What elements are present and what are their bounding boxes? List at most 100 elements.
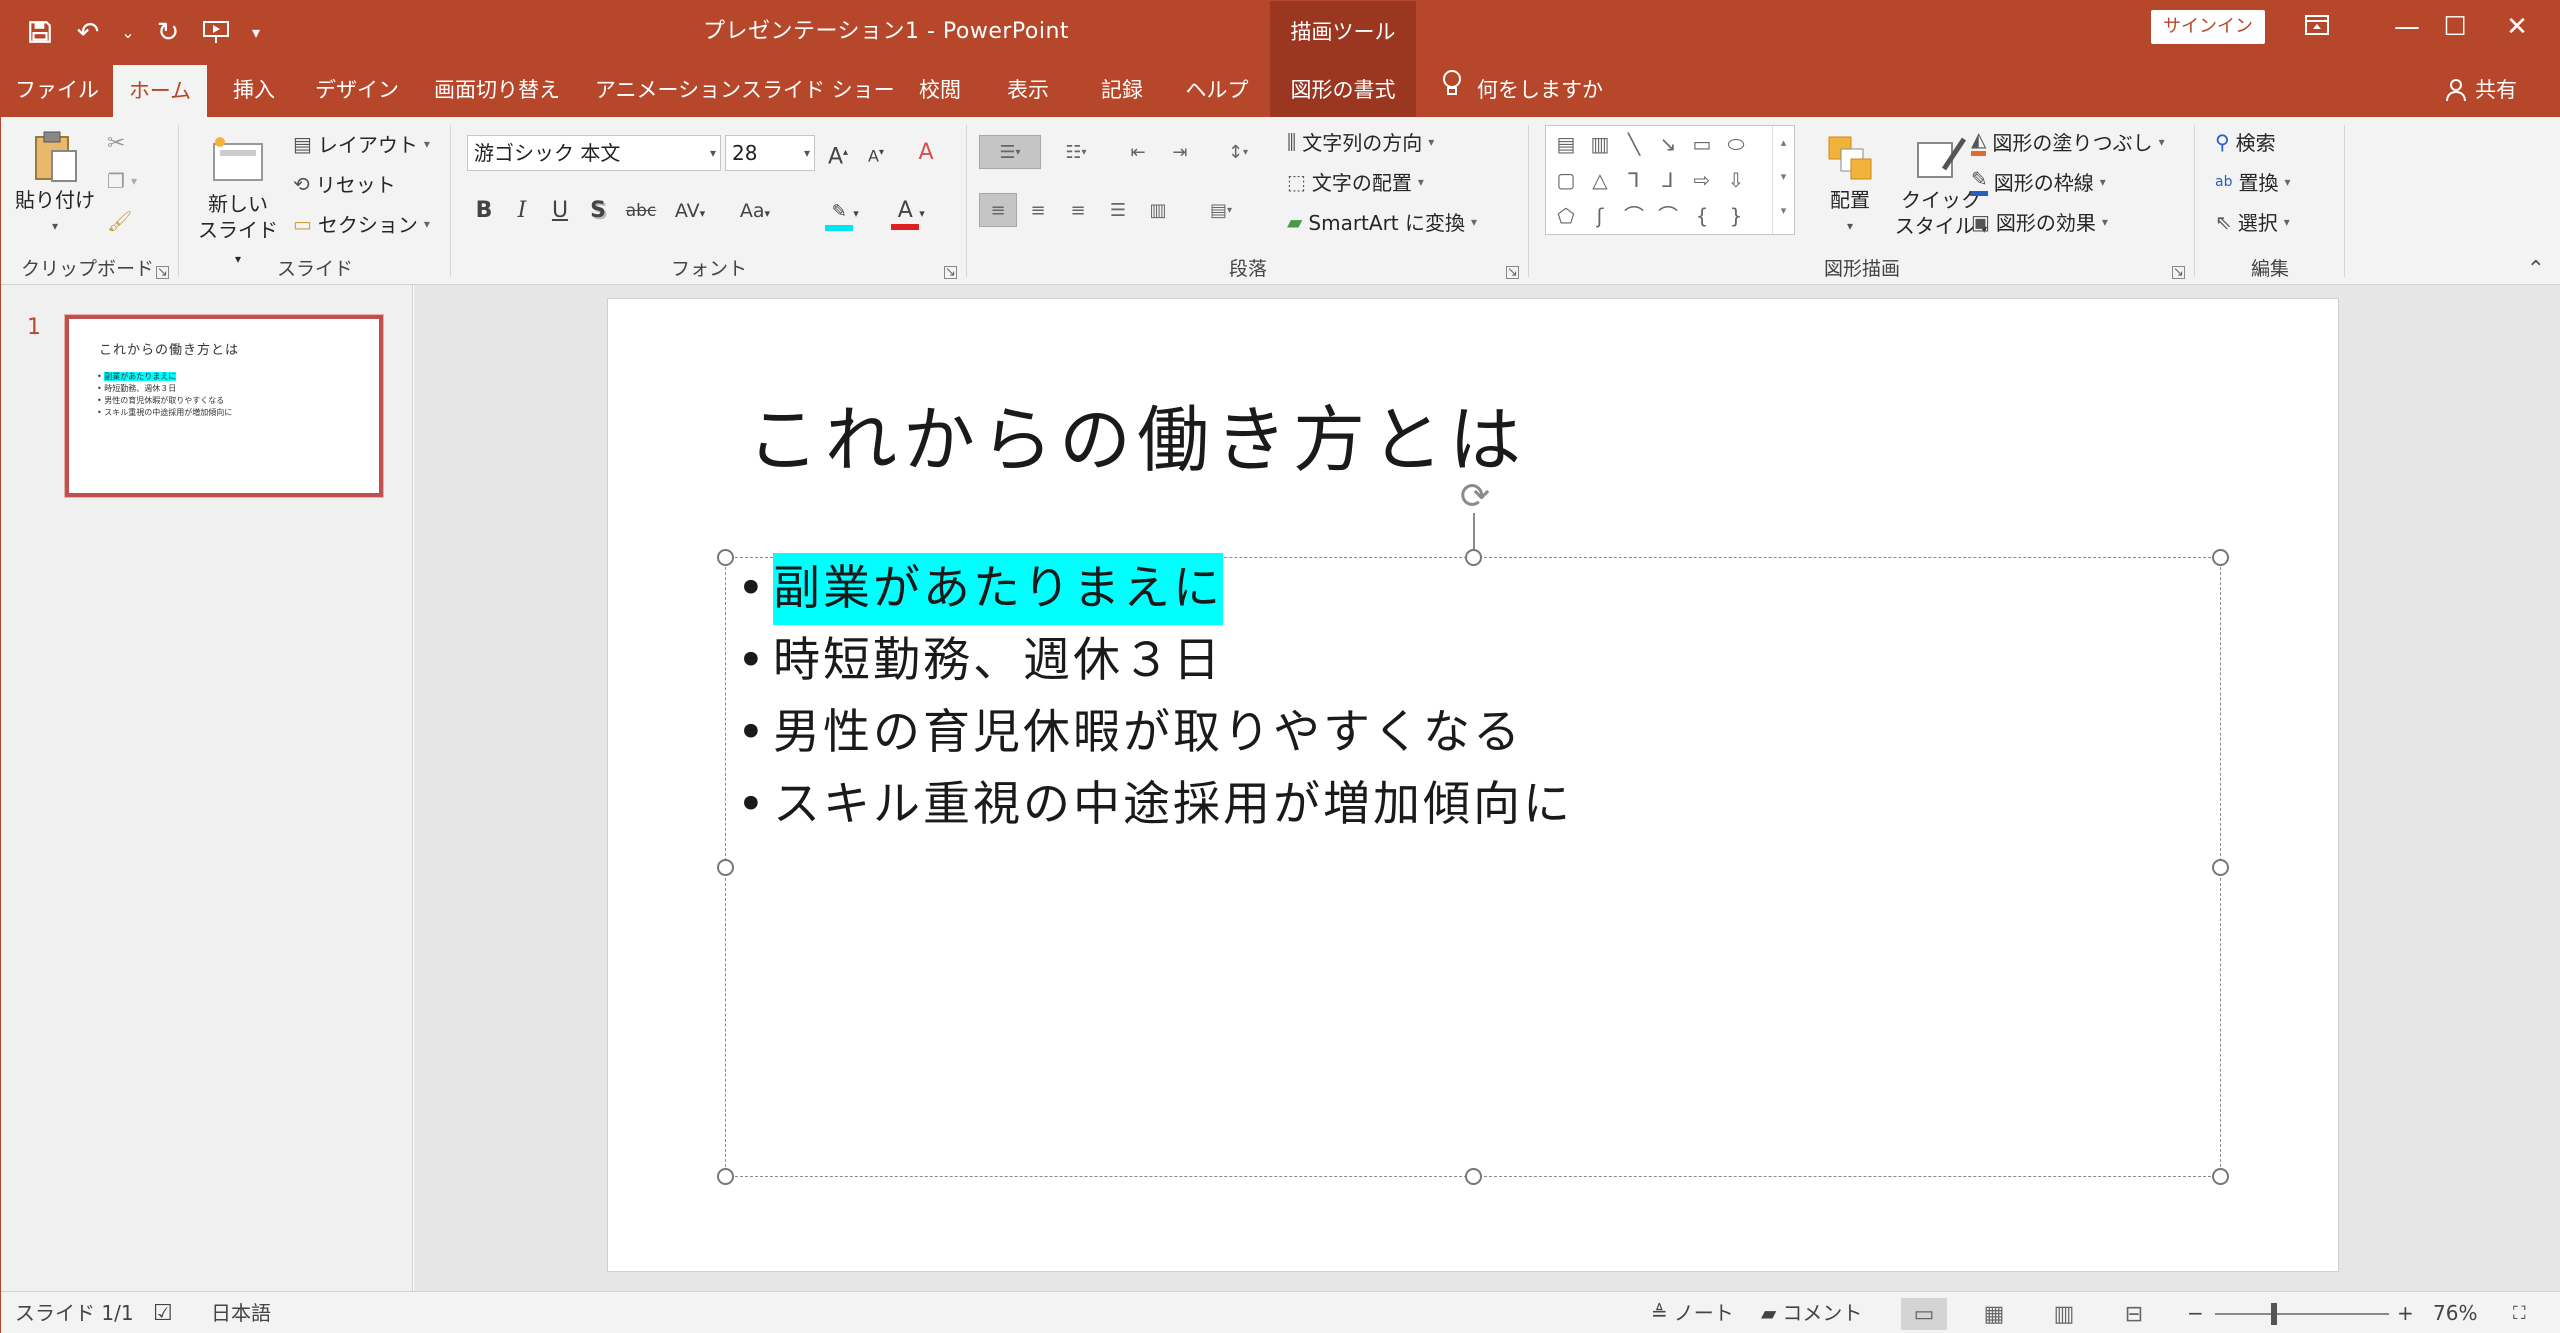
copy-icon[interactable]: ❐ ▾ xyxy=(107,169,137,193)
tab-shape-format[interactable]: 図形の書式 xyxy=(1270,63,1416,117)
arrow-line-shape-icon[interactable]: ↘ xyxy=(1654,130,1682,158)
tab-animations[interactable]: アニメーション xyxy=(587,63,749,117)
character-spacing-button[interactable]: AV▾ xyxy=(667,193,713,229)
text-direction-button[interactable]: ⫼ 文字列の方向 ▾ xyxy=(1287,127,1434,156)
zoom-slider-thumb[interactable] xyxy=(2271,1303,2277,1325)
zoom-slider[interactable] xyxy=(2215,1313,2389,1315)
resize-handle-top-right[interactable] xyxy=(2212,549,2229,566)
slide-title[interactable]: これからの働き方とは xyxy=(747,381,1527,486)
text-highlight-button[interactable]: ✎ ▾ xyxy=(817,193,867,231)
tell-me-box[interactable]: 何をしますか xyxy=(1441,63,1603,117)
text-shadow-button[interactable]: S xyxy=(583,193,613,229)
section-button[interactable]: ▭ セクション ▾ xyxy=(293,209,430,238)
bullet-text[interactable]: 男性の育児休暇が取りやすくなる xyxy=(773,697,1523,769)
vertical-textbox-shape-icon[interactable]: ▥ xyxy=(1586,130,1614,158)
reading-view-icon[interactable]: ▥ xyxy=(2041,1298,2087,1330)
tab-help[interactable]: ヘルプ xyxy=(1177,63,1257,117)
shape-fill-button[interactable]: ◭ 図形の塗りつぶし ▾ xyxy=(1971,127,2165,156)
line-spacing-button[interactable]: ↕ ▾ xyxy=(1211,135,1265,169)
shrink-font-button[interactable]: A▾ xyxy=(861,135,891,171)
change-case-button[interactable]: Aa▾ xyxy=(727,193,783,229)
drawing-launcher-icon[interactable]: ↘ xyxy=(2172,266,2185,279)
down-arrow-shape-icon[interactable]: ⇩ xyxy=(1722,166,1750,194)
italic-button[interactable]: I xyxy=(507,193,537,229)
bullet-text[interactable]: スキル重視の中途採用が増加傾向に xyxy=(773,769,1573,841)
collapse-ribbon-icon[interactable]: ⌃ xyxy=(2527,257,2545,282)
elbow-arrow-shape-icon[interactable]: ⅃ xyxy=(1654,166,1682,194)
elbow-connector-shape-icon[interactable]: ⅂ xyxy=(1620,166,1648,194)
resize-handle-bottom-left[interactable] xyxy=(717,1168,734,1185)
decrease-indent-icon[interactable]: ⇤ xyxy=(1119,135,1157,169)
share-button[interactable]: 共有 xyxy=(2445,63,2517,117)
tab-design[interactable]: デザイン xyxy=(307,63,407,117)
new-slide-button[interactable]: 新しい スライド ▾ xyxy=(193,129,283,272)
bullet-list[interactable]: • 副業があたりまえに • 時短勤務、週休３日 • 男性の育児休暇が取りやすくなる •… xyxy=(737,553,1573,841)
curve-shape-icon[interactable]: ⌒ xyxy=(1620,202,1648,230)
bullet-item[interactable]: • 副業があたりまえに xyxy=(737,553,1573,625)
font-name-combo[interactable]: 游ゴシック 本文 ▾ xyxy=(467,135,721,171)
increase-indent-icon[interactable]: ⇥ xyxy=(1161,135,1199,169)
shapes-gallery[interactable]: ▤ ▥ ╲ ↘ ▭ ⬭ ▢ △ ⅂ ⅃ ⇨ ⇩ ⬠ ʃ ⌒ ⌒ { } ▴ ▾ ▾ xyxy=(1545,125,1795,235)
left-brace-shape-icon[interactable]: { xyxy=(1688,202,1716,230)
ribbon-display-options-icon[interactable] xyxy=(2277,1,2357,63)
zoom-in-button[interactable]: + xyxy=(2397,1292,2414,1333)
paste-button[interactable]: 貼り付け ▾ xyxy=(15,127,95,239)
align-left-icon[interactable]: ≡ xyxy=(979,193,1017,227)
gallery-scroll[interactable]: ▴ ▾ ▾ xyxy=(1772,126,1794,234)
resize-handle-bottom-right[interactable] xyxy=(2212,1168,2229,1185)
fit-to-window-icon[interactable]: ⛶ xyxy=(2513,1292,2526,1333)
oval-shape-icon[interactable]: ⬭ xyxy=(1722,130,1750,158)
align-text-button[interactable]: ⬚ 文字の配置 ▾ xyxy=(1287,167,1424,196)
font-size-combo[interactable]: 28 ▾ xyxy=(725,135,815,171)
rectangle-shape-icon[interactable]: ▭ xyxy=(1688,130,1716,158)
layout-button[interactable]: ▤ レイアウト ▾ xyxy=(293,129,430,158)
clipboard-launcher-icon[interactable]: ↘ xyxy=(156,266,169,279)
replace-button[interactable]: ab 置換 ▾ xyxy=(2215,167,2291,196)
slide-sorter-view-icon[interactable]: ▦ xyxy=(1971,1298,2017,1330)
bullet-text[interactable]: 時短勤務、週休３日 xyxy=(773,625,1223,697)
arrange-button[interactable]: 配置 ▾ xyxy=(1815,129,1885,239)
line-shape-icon[interactable]: ╲ xyxy=(1620,130,1648,158)
tab-insert[interactable]: 挿入 xyxy=(221,63,287,117)
convert-smartart-button[interactable]: ▰ SmartArt に変換 ▾ xyxy=(1287,207,1477,236)
bullet-item[interactable]: • スキル重視の中途採用が増加傾向に xyxy=(737,769,1573,841)
signin-button[interactable]: サインイン xyxy=(2151,10,2265,44)
tab-view[interactable]: 表示 xyxy=(993,63,1063,117)
right-arrow-shape-icon[interactable]: ⇨ xyxy=(1688,166,1716,194)
comments-button[interactable]: ▰ コメント xyxy=(1761,1292,1862,1333)
strikethrough-button[interactable]: abc xyxy=(621,193,661,229)
triangle-shape-icon[interactable]: △ xyxy=(1586,166,1614,194)
reset-button[interactable]: ⟲ リセット xyxy=(293,169,396,198)
freeform-shape-icon[interactable]: ⬠ xyxy=(1552,202,1580,230)
language-indicator[interactable]: 日本語 xyxy=(211,1292,271,1333)
arc-shape-icon[interactable]: ⌒ xyxy=(1654,202,1682,230)
resize-handle-top-left[interactable] xyxy=(717,549,734,566)
rotate-handle-icon[interactable]: ⟳ xyxy=(1455,477,1495,517)
shape-outline-button[interactable]: ✎ 図形の枠線 ▾ xyxy=(1971,167,2106,196)
align-right-icon[interactable]: ≡ xyxy=(1059,193,1097,227)
font-color-button[interactable]: A ▾ xyxy=(883,193,933,230)
resize-handle-left[interactable] xyxy=(717,859,734,876)
tab-file[interactable]: ファイル xyxy=(15,63,99,117)
textbox-shape-icon[interactable]: ▤ xyxy=(1552,130,1580,158)
select-button[interactable]: ⇖ 選択 ▾ xyxy=(2215,207,2290,236)
slideshow-view-icon[interactable]: ⊟ xyxy=(2111,1298,2157,1330)
cut-icon[interactable]: ✂ xyxy=(107,131,125,156)
scribble-shape-icon[interactable]: ʃ xyxy=(1586,202,1614,230)
columns-button[interactable]: ▤ ▾ xyxy=(1193,193,1249,227)
find-button[interactable]: ⚲ 検索 xyxy=(2215,127,2276,156)
right-brace-shape-icon[interactable]: } xyxy=(1722,202,1750,230)
accessibility-check-icon[interactable]: ☑ xyxy=(153,1292,173,1333)
slide-thumbnail[interactable]: これからの働き方とは • 副業があたりまえに • 時短勤務、週休３日 • 男性の… xyxy=(65,315,383,497)
zoom-level[interactable]: 76% xyxy=(2433,1292,2477,1333)
tab-transitions[interactable]: 画面切り替え xyxy=(425,63,569,117)
bullet-item[interactable]: • 時短勤務、週休３日 xyxy=(737,625,1573,697)
align-center-icon[interactable]: ≡ xyxy=(1019,193,1057,227)
tab-home[interactable]: ホーム xyxy=(113,65,207,117)
tab-record[interactable]: 記録 xyxy=(1087,63,1157,117)
clear-formatting-icon[interactable]: A xyxy=(911,135,941,171)
numbering-button[interactable]: ☷ ▾ xyxy=(1047,135,1105,169)
tab-review[interactable]: 校閲 xyxy=(907,63,973,117)
grow-font-button[interactable]: A▴ xyxy=(823,135,853,171)
normal-view-icon[interactable]: ▭ xyxy=(1901,1298,1947,1330)
